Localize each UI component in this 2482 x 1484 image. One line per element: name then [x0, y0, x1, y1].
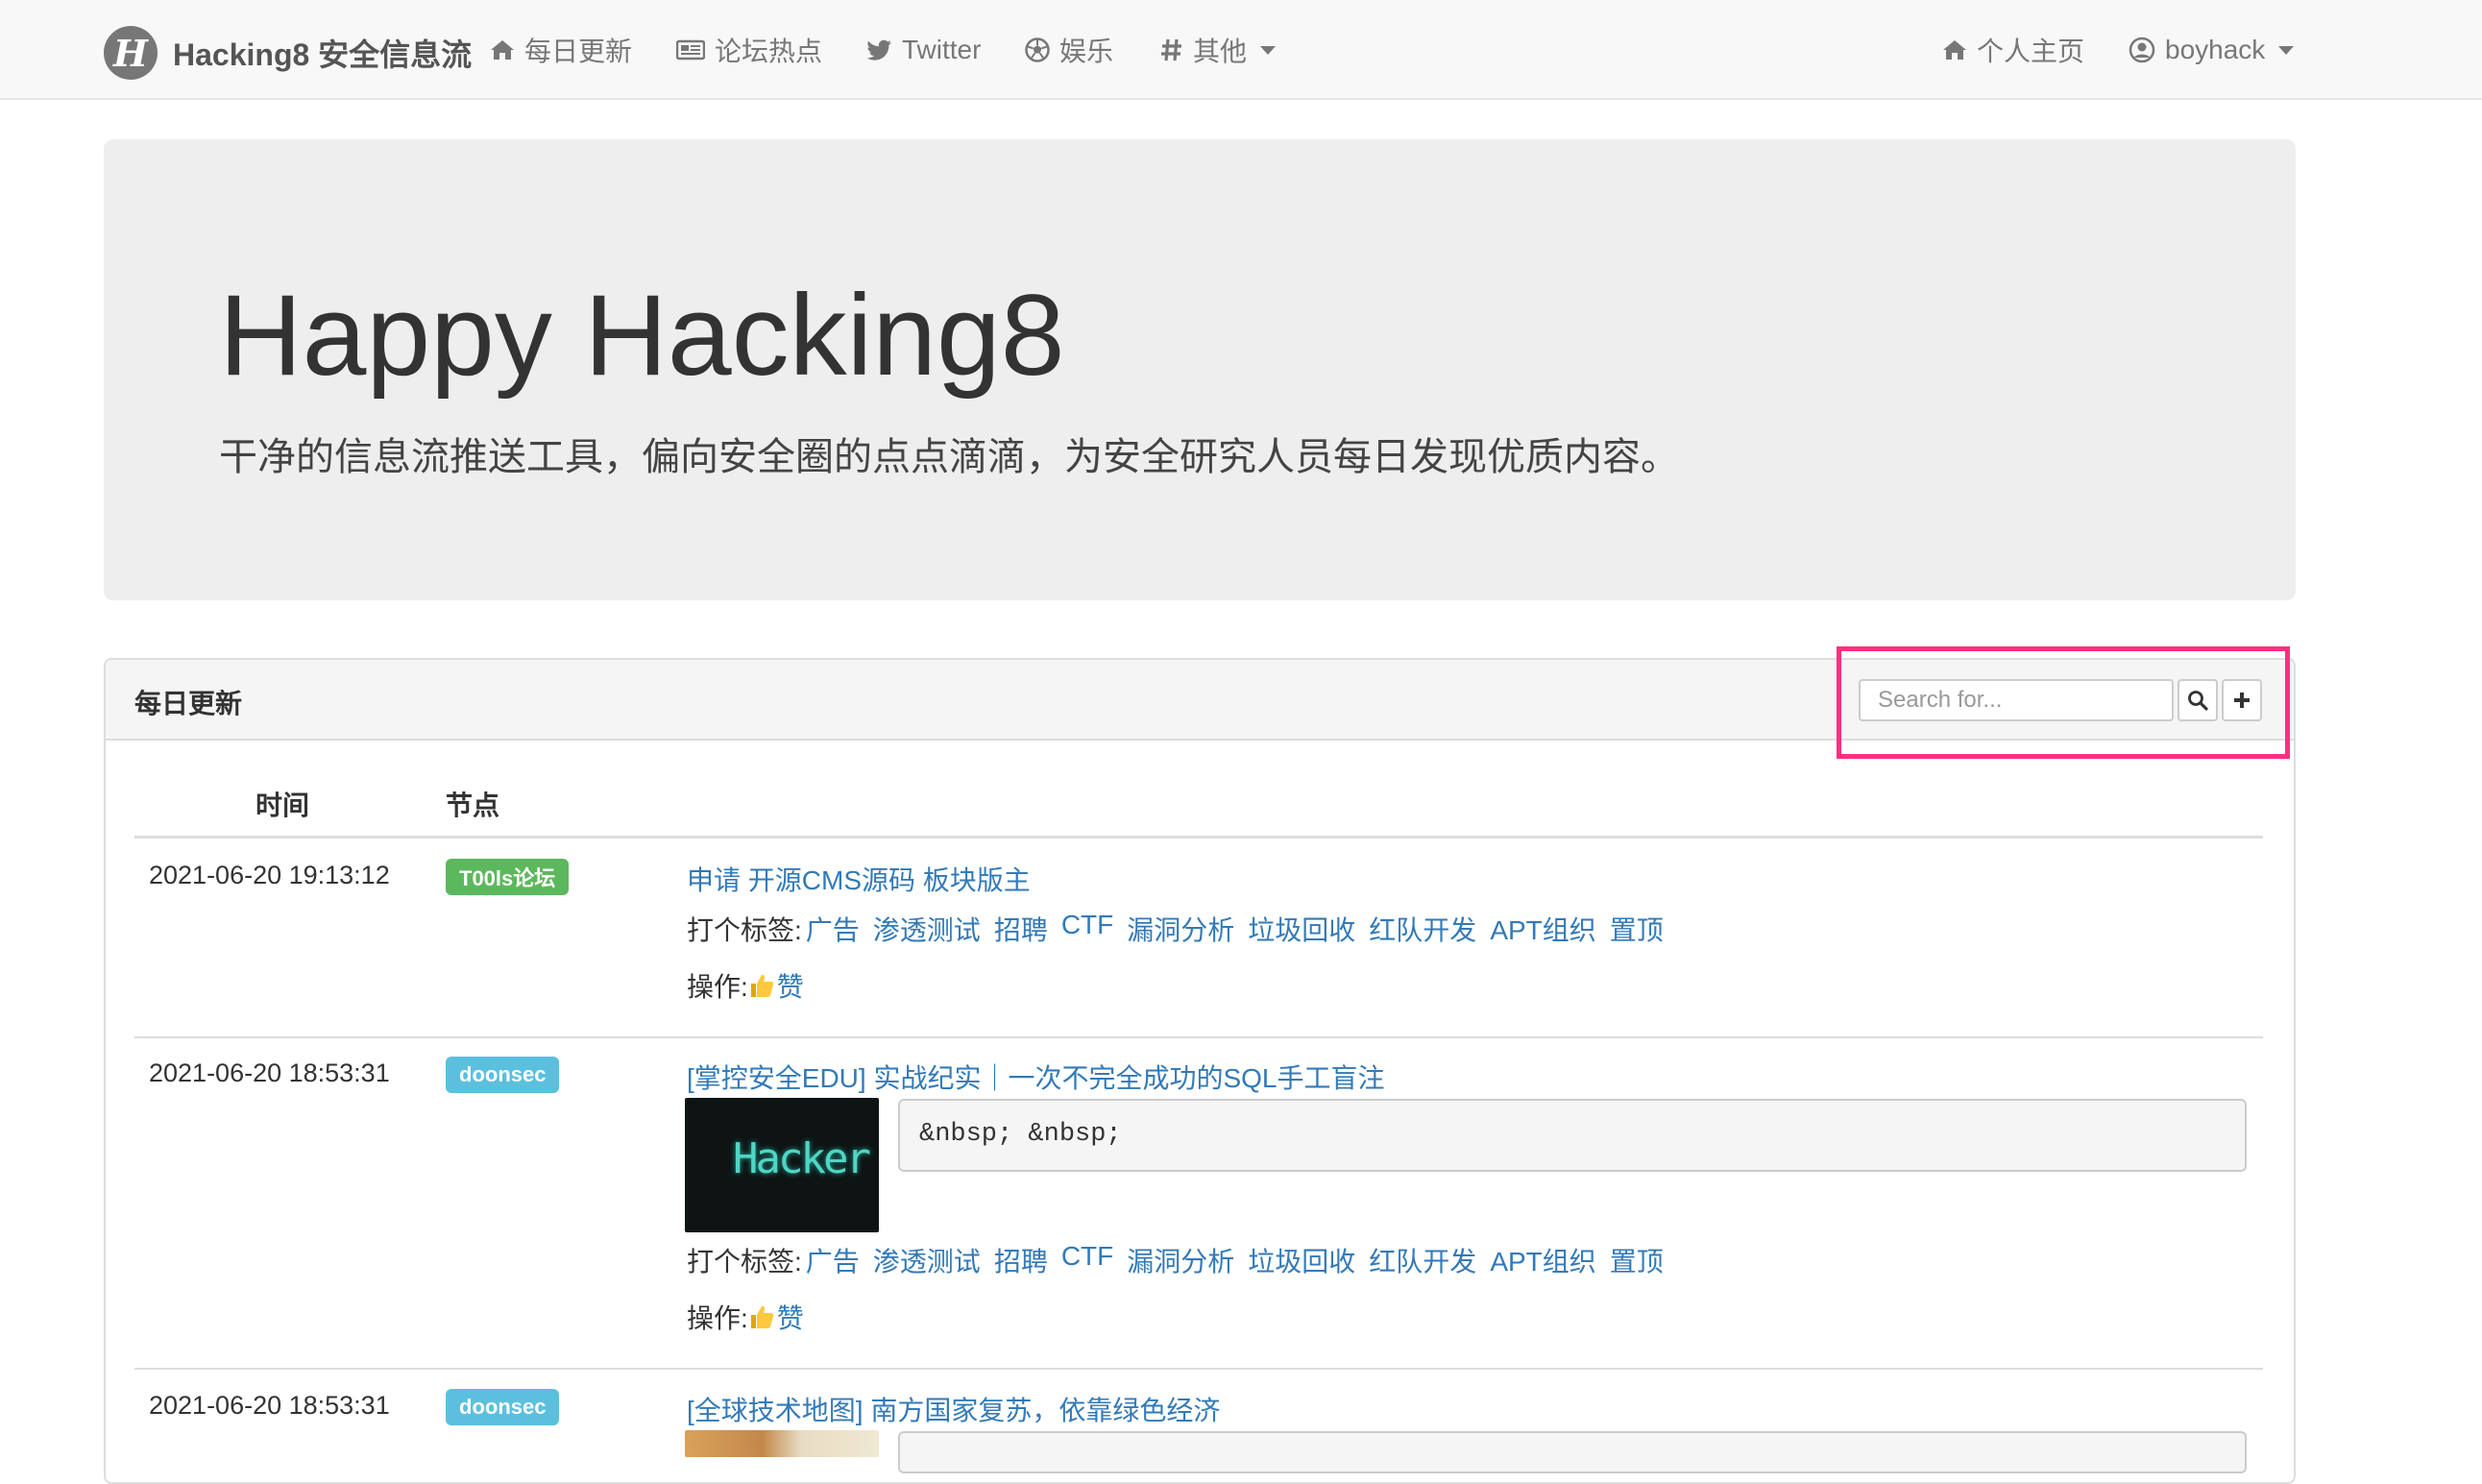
top-navbar: H Hacking8 安全信息流 每日更新 论坛热点 Twitter 娱乐 其他: [0, 0, 2482, 100]
nav-entertainment-label: 娱乐: [1059, 36, 1114, 66]
tag-ad[interactable]: 广告: [806, 1241, 860, 1279]
ops-line: 操作: 赞: [687, 1298, 804, 1336]
brand-logo-icon: H: [104, 26, 158, 80]
tag-pin[interactable]: 置顶: [1610, 910, 1664, 948]
row-time: 2021-06-20 18:53:31: [149, 1391, 390, 1420]
nav-forum-hot-label: 论坛热点: [715, 36, 823, 66]
tag-recruit[interactable]: 招聘: [994, 1241, 1048, 1279]
tag-vuln-analysis[interactable]: 漏洞分析: [1127, 1241, 1234, 1279]
table-header-divider: [134, 836, 2263, 839]
node-badge[interactable]: doonsec: [446, 1389, 560, 1425]
like-button[interactable]: 赞: [748, 1298, 804, 1336]
node-badge[interactable]: doonsec: [446, 1057, 560, 1093]
tags-label: 打个标签:: [687, 1247, 802, 1277]
ops-label: 操作:: [687, 972, 748, 1002]
thumbs-up-icon: [750, 1305, 773, 1328]
tag-pentest[interactable]: 渗透测试: [873, 910, 981, 948]
chevron-down-icon: [2278, 45, 2295, 55]
tag-trash[interactable]: 垃圾回收: [1248, 910, 1355, 948]
tags-line: 打个标签: 广告 渗透测试 招聘 CTF 漏洞分析 垃圾回收 红队开发 APT组…: [687, 1241, 1677, 1279]
column-header-node: 节点: [446, 791, 500, 820]
ops-label: 操作:: [687, 1303, 748, 1333]
nav-user-label: boyhack: [2165, 35, 2266, 64]
article-thumbnail[interactable]: Hacker: [685, 1098, 879, 1232]
nav-other-label: 其他: [1193, 36, 1248, 66]
like-button[interactable]: 赞: [748, 966, 804, 1005]
tag-ad[interactable]: 广告: [806, 910, 860, 948]
nav-daily-updates[interactable]: 每日更新: [490, 29, 632, 71]
tag-recruit[interactable]: 招聘: [994, 910, 1048, 948]
tag-trash[interactable]: 垃圾回收: [1248, 1241, 1355, 1279]
row-divider: [134, 1368, 2263, 1370]
article-snippet: &nbsp; &nbsp;: [898, 1099, 2247, 1172]
like-label: 赞: [776, 972, 804, 1002]
jumbotron: Happy Hacking8 干净的信息流推送工具，偏向安全圈的点点滴滴，为安全…: [104, 139, 2296, 600]
panel-title: 每日更新: [134, 689, 243, 718]
thumbnail-text: Hacker: [733, 1134, 871, 1183]
tags-line: 打个标签: 广告 渗透测试 招聘 CTF 漏洞分析 垃圾回收 红队开发 APT组…: [687, 910, 1677, 948]
row-divider: [134, 1036, 2263, 1038]
chevron-down-icon: [1260, 45, 1277, 55]
nav-twitter-label: Twitter: [902, 35, 982, 64]
nav-other-dropdown[interactable]: 其他: [1160, 29, 1277, 71]
jumbotron-subtitle: 干净的信息流推送工具，偏向安全圈的点点滴滴，为安全研究人员每日发现优质内容。: [219, 436, 1679, 478]
tag-ctf[interactable]: CTF: [1061, 910, 1113, 948]
tag-redteam[interactable]: 红队开发: [1369, 910, 1476, 948]
home-icon: [1942, 38, 1967, 61]
node-badge[interactable]: T00ls论坛: [446, 859, 570, 895]
item-title-link[interactable]: [掌控安全EDU] 实战纪实｜一次不完全成功的SQL手工盲注: [687, 1058, 1385, 1096]
row-time: 2021-06-20 19:13:12: [149, 861, 390, 889]
tag-vuln-analysis[interactable]: 漏洞分析: [1127, 910, 1234, 948]
tag-redteam[interactable]: 红队开发: [1369, 1241, 1476, 1279]
tag-apt[interactable]: APT组织: [1490, 910, 1595, 948]
article-thumbnail[interactable]: [685, 1430, 879, 1457]
like-label: 赞: [776, 1303, 804, 1333]
tag-pin[interactable]: 置顶: [1610, 1241, 1664, 1279]
brand-link[interactable]: H Hacking8 安全信息流: [104, 26, 472, 80]
nav-twitter[interactable]: Twitter: [867, 29, 981, 71]
user-circle-icon: [2129, 36, 2155, 63]
item-title-link[interactable]: 申请 开源CMS源码 板块版主: [687, 860, 1031, 898]
nav-personal-home-label: 个人主页: [1977, 36, 2085, 66]
row-time: 2021-06-20 18:53:31: [149, 1058, 390, 1087]
twitter-icon: [867, 39, 892, 61]
tag-apt[interactable]: APT组织: [1490, 1241, 1595, 1279]
newspaper-icon: [676, 39, 705, 61]
nav-daily-updates-label: 每日更新: [524, 36, 633, 66]
tag-pentest[interactable]: 渗透测试: [873, 1241, 981, 1279]
nav-forum-hot[interactable]: 论坛热点: [676, 29, 822, 71]
column-header-time: 时间: [256, 791, 310, 820]
brand-title: Hacking8 安全信息流: [173, 37, 473, 72]
tags-label: 打个标签:: [687, 915, 802, 945]
item-title-link[interactable]: [全球技术地图] 南方国家复苏，依靠绿色经济: [687, 1390, 1220, 1428]
tag-ctf[interactable]: CTF: [1061, 1241, 1113, 1279]
home-icon: [490, 38, 515, 61]
soccer-ball-icon: [1025, 37, 1050, 62]
thumbs-up-icon: [750, 974, 773, 997]
nav-entertainment[interactable]: 娱乐: [1025, 29, 1113, 71]
jumbotron-title: Happy Hacking8: [219, 271, 1065, 400]
nav-personal-home[interactable]: 个人主页: [1942, 29, 2084, 71]
nav-user-dropdown[interactable]: boyhack: [2129, 29, 2295, 71]
ops-line: 操作: 赞: [687, 966, 804, 1005]
article-snippet: [898, 1431, 2247, 1473]
hashtag-icon: [1160, 37, 1183, 62]
search-highlight-box: [1837, 646, 2290, 759]
